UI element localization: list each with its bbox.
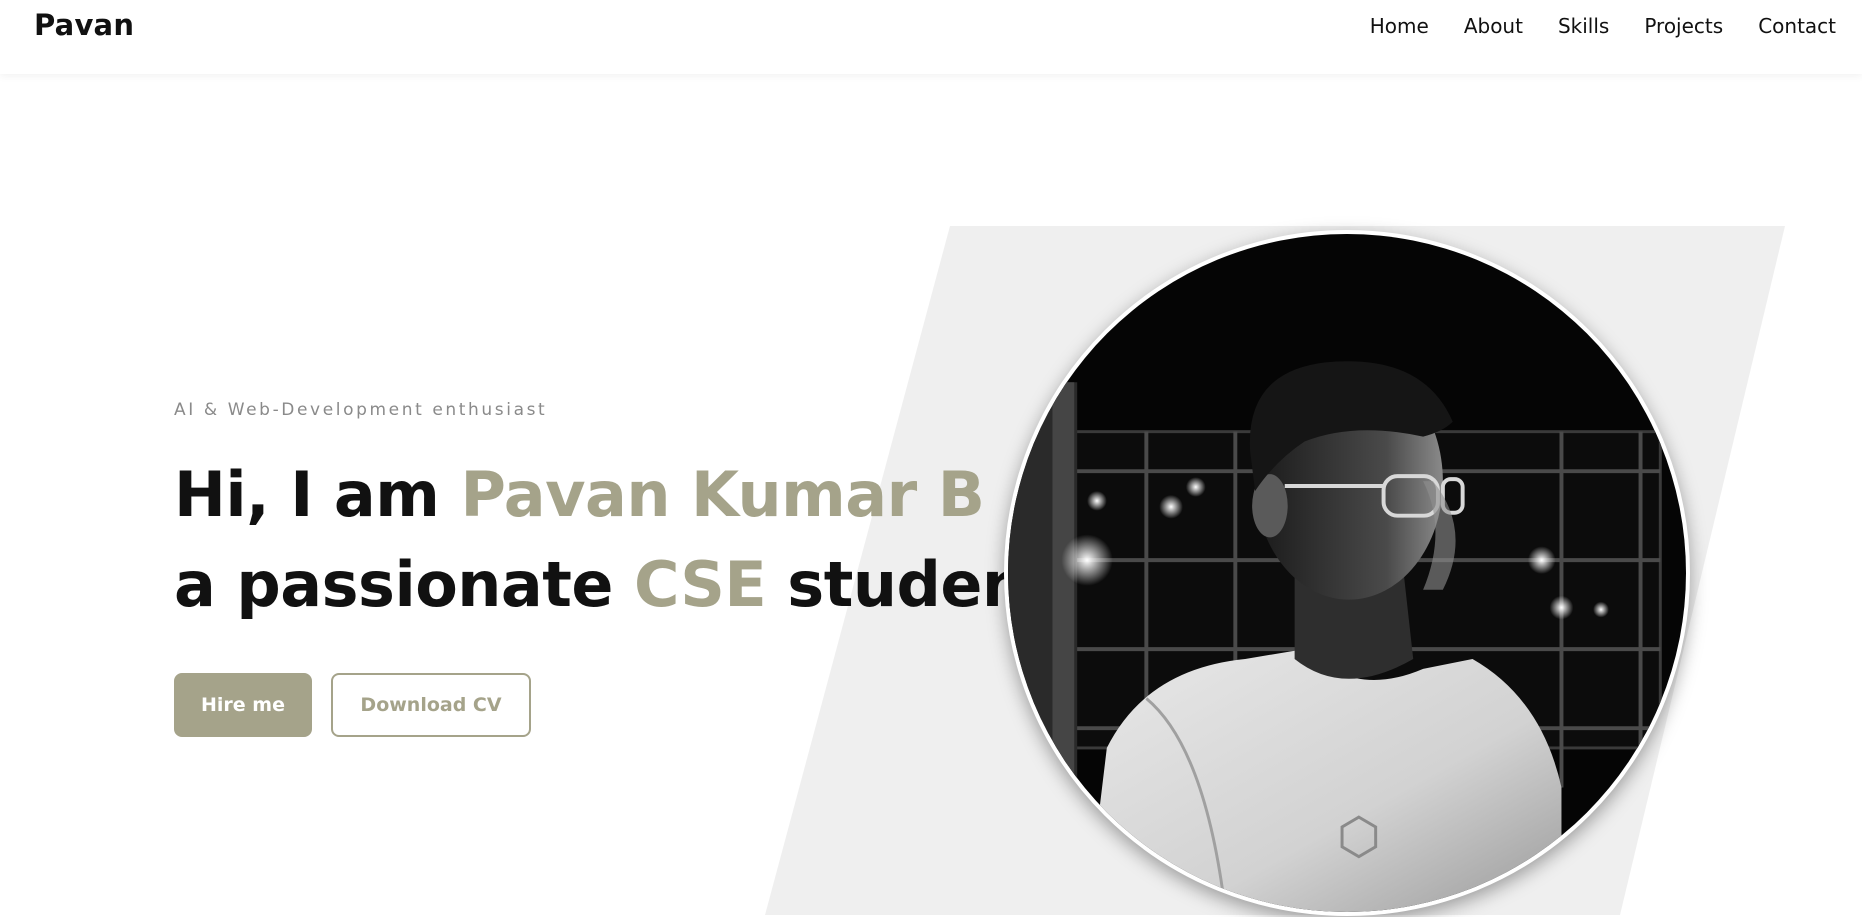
headline-line-2: a passionate CSE student	[174, 548, 1055, 621]
hero-tagline: AI & Web-Development enthusiast	[174, 400, 548, 420]
nav-link-contact[interactable]: Contact	[1758, 14, 1836, 38]
profile-photo	[1004, 230, 1690, 916]
nav-links: Home About Skills Projects Contact	[1335, 14, 1836, 38]
headline-name: Pavan Kumar B	[460, 458, 985, 531]
hero-intro: AI & Web-Development enthusiast Hi, I am…	[174, 400, 1055, 630]
headline-greeting: Hi, I am	[174, 458, 461, 531]
headline-line-1: Hi, I am Pavan Kumar B	[174, 458, 985, 531]
nav-link-about[interactable]: About	[1464, 14, 1523, 38]
brand-logo[interactable]: Pavan	[34, 8, 134, 42]
hero-headline: Hi, I am Pavan Kumar B a passionate CSE …	[174, 450, 1055, 630]
hero-actions: Hire me Download CV	[174, 673, 531, 737]
hire-me-button[interactable]: Hire me	[174, 673, 312, 737]
headline-role-prefix: a passionate	[174, 548, 635, 621]
nav-link-projects[interactable]: Projects	[1644, 14, 1723, 38]
headline-role-accent: CSE	[634, 548, 767, 621]
nav-link-home[interactable]: Home	[1370, 14, 1429, 38]
navbar: Pavan Home About Skills Projects Contact	[0, 0, 1862, 74]
nav-link-skills[interactable]: Skills	[1558, 14, 1609, 38]
download-cv-button[interactable]: Download CV	[331, 673, 531, 737]
